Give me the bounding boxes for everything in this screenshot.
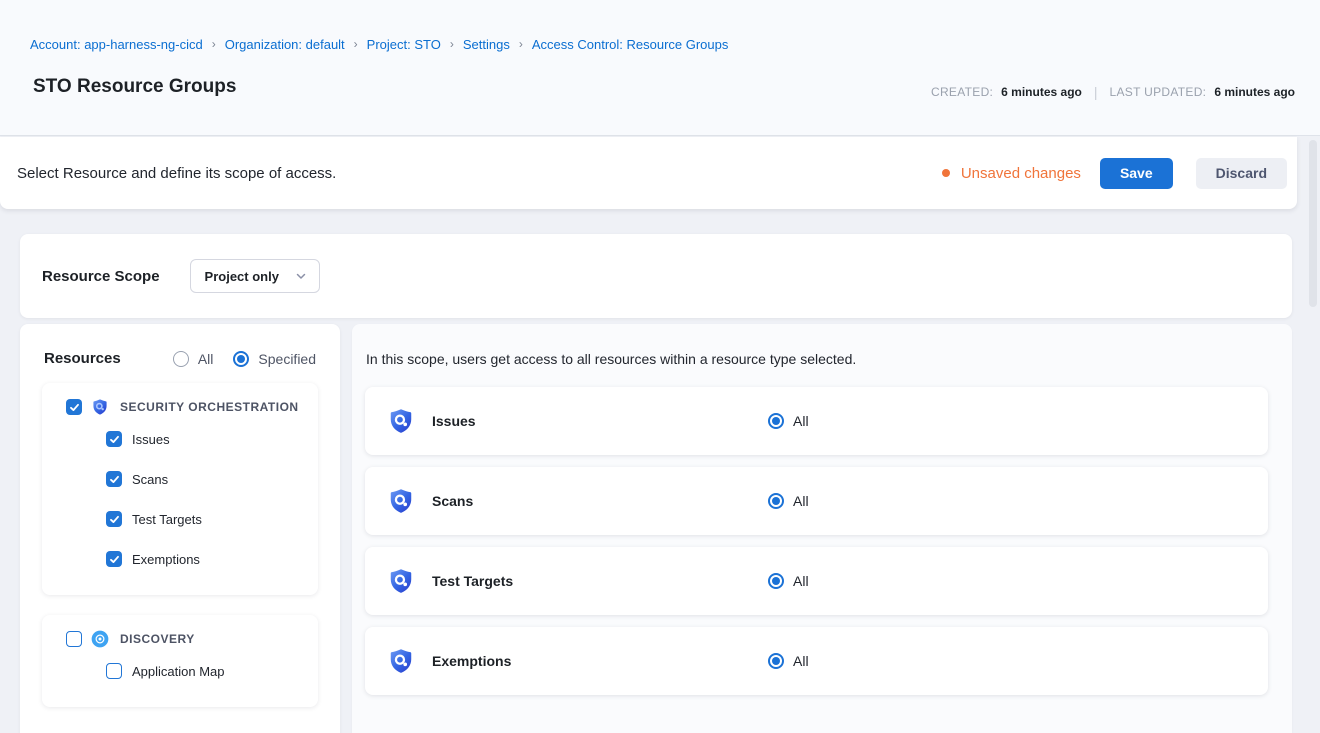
resource-card-label: Scans: [432, 467, 473, 535]
radio-all-icon[interactable]: [173, 351, 189, 367]
breadcrumb-project-link[interactable]: Project: STO: [367, 37, 441, 52]
page-header: Account: app-harness-ng-cicd › Organizat…: [0, 0, 1320, 136]
breadcrumb: Account: app-harness-ng-cicd › Organizat…: [30, 37, 728, 52]
save-button[interactable]: Save: [1100, 158, 1173, 189]
radio-specified-icon[interactable]: [233, 351, 249, 367]
checkbox-security-orchestration[interactable]: [66, 399, 82, 415]
created-label: CREATED:: [931, 85, 993, 99]
radio-all-label: All: [198, 351, 214, 367]
chevron-right-icon: ›: [519, 37, 523, 51]
resource-card-issues: Issues All: [365, 387, 1268, 455]
shield-search-icon: [387, 407, 415, 435]
checkbox-exemptions[interactable]: [106, 551, 122, 567]
access-all-label: All: [793, 413, 809, 429]
action-toolbar: Select Resource and define its scope of …: [0, 137, 1297, 209]
last-updated-value: 6 minutes ago: [1214, 85, 1295, 99]
resource-card-test-targets: Test Targets All: [365, 547, 1268, 615]
tree-item-label: Application Map: [132, 664, 225, 679]
radio-all-icon[interactable]: [768, 653, 784, 669]
radio-all-icon[interactable]: [768, 493, 784, 509]
unsaved-changes-status: Unsaved changes: [942, 165, 1081, 182]
breadcrumb-access-control-link[interactable]: Access Control: Resource Groups: [532, 37, 729, 52]
resource-cards: Issues All Scans All: [365, 387, 1268, 695]
created-value: 6 minutes ago: [1001, 85, 1082, 99]
toolbar-description: Select Resource and define its scope of …: [17, 165, 336, 182]
resource-card-exemptions: Exemptions All: [365, 627, 1268, 695]
radio-option-specified[interactable]: Specified: [233, 351, 316, 367]
tree-item-scans: Scans: [106, 459, 308, 499]
radio-specified-label: Specified: [258, 351, 316, 367]
checkbox-discovery[interactable]: [66, 631, 82, 647]
tree-item-label: Test Targets: [132, 512, 202, 527]
last-updated-label: LAST UPDATED:: [1110, 85, 1207, 99]
checkbox-issues[interactable]: [106, 431, 122, 447]
toolbar-actions: Unsaved changes Save Discard: [942, 158, 1287, 189]
resource-scope-select[interactable]: Project only: [190, 259, 320, 293]
radio-option-all[interactable]: All: [173, 351, 214, 367]
chevron-right-icon: ›: [212, 37, 216, 51]
chevron-right-icon: ›: [354, 37, 358, 51]
group-label: SECURITY ORCHESTRATION: [120, 400, 299, 414]
access-all-label: All: [793, 573, 809, 589]
resource-card-scans: Scans All: [365, 467, 1268, 535]
resource-group-security-orchestration: SECURITY ORCHESTRATION Issues Scans: [42, 383, 318, 595]
unsaved-changes-label: Unsaved changes: [961, 165, 1081, 182]
unsaved-dot-icon: [942, 169, 950, 177]
access-all-label: All: [793, 653, 809, 669]
resource-group-discovery: DISCOVERY Application Map: [42, 615, 318, 707]
breadcrumb-organization-link[interactable]: Organization: default: [225, 37, 345, 52]
tree-item-application-map: Application Map: [106, 651, 308, 691]
breadcrumb-settings-link[interactable]: Settings: [463, 37, 510, 52]
shield-search-icon: [387, 567, 415, 595]
meta-divider: |: [1094, 84, 1098, 100]
vertical-scrollbar-thumb[interactable]: [1309, 140, 1317, 307]
target-icon: [91, 630, 109, 648]
discard-button[interactable]: Discard: [1196, 158, 1287, 189]
group-label: DISCOVERY: [120, 632, 195, 646]
radio-all-icon[interactable]: [768, 413, 784, 429]
resource-scope-panel: Resource Scope Project only: [20, 234, 1292, 318]
tree-item-issues: Issues: [106, 419, 308, 459]
resource-card-access: All: [768, 467, 809, 535]
resources-title: Resources: [44, 350, 121, 367]
access-all-label: All: [793, 493, 809, 509]
resource-scope-label: Resource Scope: [42, 268, 160, 285]
resource-card-access: All: [768, 387, 809, 455]
radio-all-icon[interactable]: [768, 573, 784, 589]
chevron-down-icon: [295, 270, 307, 282]
resources-header: Resources All Specified: [42, 350, 318, 367]
resource-card-access: All: [768, 627, 809, 695]
group-header: DISCOVERY: [66, 630, 308, 648]
resource-scope-selected-value: Project only: [205, 269, 279, 284]
resource-card-label: Exemptions: [432, 627, 511, 695]
group-header: SECURITY ORCHESTRATION: [66, 398, 308, 416]
resource-card-label: Test Targets: [432, 547, 513, 615]
shield-search-icon: [91, 398, 109, 416]
header-meta: CREATED: 6 minutes ago | LAST UPDATED: 6…: [931, 84, 1295, 100]
group-items: Issues Scans Test Targets: [106, 419, 308, 579]
tree-item-label: Scans: [132, 472, 168, 487]
checkbox-application-map[interactable]: [106, 663, 122, 679]
shield-search-icon: [387, 647, 415, 675]
resources-panel: Resources All Specified: [20, 324, 340, 733]
resource-groups-page: Account: app-harness-ng-cicd › Organizat…: [0, 0, 1320, 733]
tree-item-exemptions: Exemptions: [106, 539, 308, 579]
page-title: STO Resource Groups: [33, 76, 236, 98]
checkbox-test-targets[interactable]: [106, 511, 122, 527]
breadcrumb-account-link[interactable]: Account: app-harness-ng-cicd: [30, 37, 203, 52]
chevron-right-icon: ›: [450, 37, 454, 51]
scope-detail-panel: In this scope, users get access to all r…: [352, 324, 1292, 733]
resource-card-label: Issues: [432, 387, 476, 455]
resources-mode-radios: All Specified: [173, 351, 316, 367]
tree-item-test-targets: Test Targets: [106, 499, 308, 539]
checkbox-scans[interactable]: [106, 471, 122, 487]
tree-item-label: Issues: [132, 432, 170, 447]
resource-card-access: All: [768, 547, 809, 615]
group-items: Application Map: [106, 651, 308, 691]
scope-instruction-text: In this scope, users get access to all r…: [364, 351, 1268, 367]
shield-search-icon: [387, 487, 415, 515]
tree-item-label: Exemptions: [132, 552, 200, 567]
